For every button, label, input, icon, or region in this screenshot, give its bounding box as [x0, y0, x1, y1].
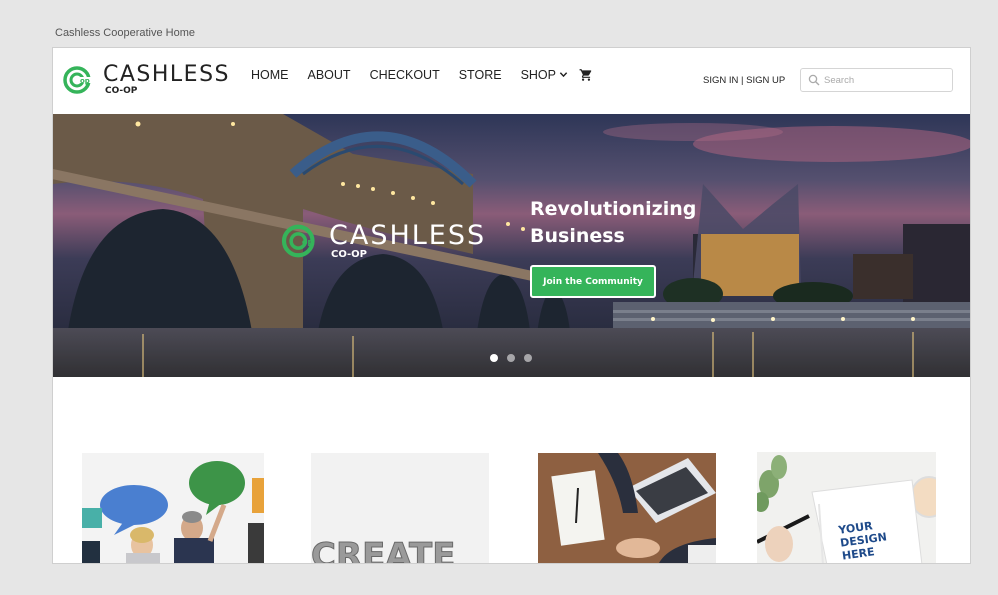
feature-card-2[interactable]: CREATE [311, 453, 489, 564]
main-nav: HOME ABOUT CHECKOUT STORE SHOP [251, 67, 593, 82]
feature-card-1[interactable] [82, 453, 264, 563]
svg-text:CREATE: CREATE [311, 536, 455, 564]
people-speech-bubbles-image [82, 453, 264, 563]
coop-logo-icon: op [63, 66, 97, 94]
hero-brand-logo: op CASHLESS CO-OP [281, 222, 486, 260]
nav-shop[interactable]: SHOP [521, 68, 568, 82]
coop-logo-icon: op [281, 224, 315, 258]
search-input[interactable] [824, 74, 944, 86]
brand-name: CASHLESS [103, 62, 231, 87]
brand-logo[interactable]: op CASHLESS CO-OP [63, 64, 230, 96]
your-design-notebook-image: YOUR DESIGN HERE [757, 452, 936, 563]
carousel-dots [490, 354, 541, 362]
nav-checkout[interactable]: CHECKOUT [370, 68, 440, 82]
feature-card-4[interactable]: YOUR DESIGN HERE [757, 452, 936, 563]
carousel-dot-1[interactable] [490, 354, 498, 362]
svg-text:op: op [302, 237, 314, 247]
nav-shop-label: SHOP [520, 67, 556, 82]
search-box[interactable] [800, 68, 953, 92]
window-title: Cashless Cooperative Home [55, 27, 196, 39]
nav-about[interactable]: ABOUT [308, 68, 351, 82]
shopping-cart-icon[interactable] [579, 68, 593, 82]
sign-in-link[interactable]: SIGN IN | SIGN UP [703, 75, 785, 86]
carousel-dot-2[interactable] [507, 354, 515, 362]
svg-text:op: op [80, 77, 90, 85]
hero-brand-sub: CO-OP [331, 249, 368, 260]
browser-viewport: op CASHLESS CO-OP HOME ABOUT CHECKOUT ST… [52, 47, 971, 564]
search-icon [808, 74, 820, 86]
carousel-dot-3[interactable] [524, 354, 532, 362]
create-letters-image: CREATE [311, 453, 489, 564]
site-header: op CASHLESS CO-OP HOME ABOUT CHECKOUT ST… [53, 48, 970, 114]
hero-headline: Revolutionizing Business [530, 198, 697, 247]
hero-banner: op CASHLESS CO-OP Revolutionizing Busine… [53, 114, 970, 377]
chevron-down-icon [559, 72, 568, 78]
nav-store[interactable]: STORE [459, 68, 502, 82]
hero-background-image [53, 114, 970, 377]
brand-sub: CO-OP [105, 86, 138, 96]
business-handshake-image [538, 453, 716, 563]
nav-home[interactable]: HOME [251, 68, 289, 82]
feature-card-3[interactable] [538, 453, 716, 563]
hero-brand-name: CASHLESS [329, 220, 487, 251]
join-community-button[interactable]: Join the Community [530, 265, 656, 298]
